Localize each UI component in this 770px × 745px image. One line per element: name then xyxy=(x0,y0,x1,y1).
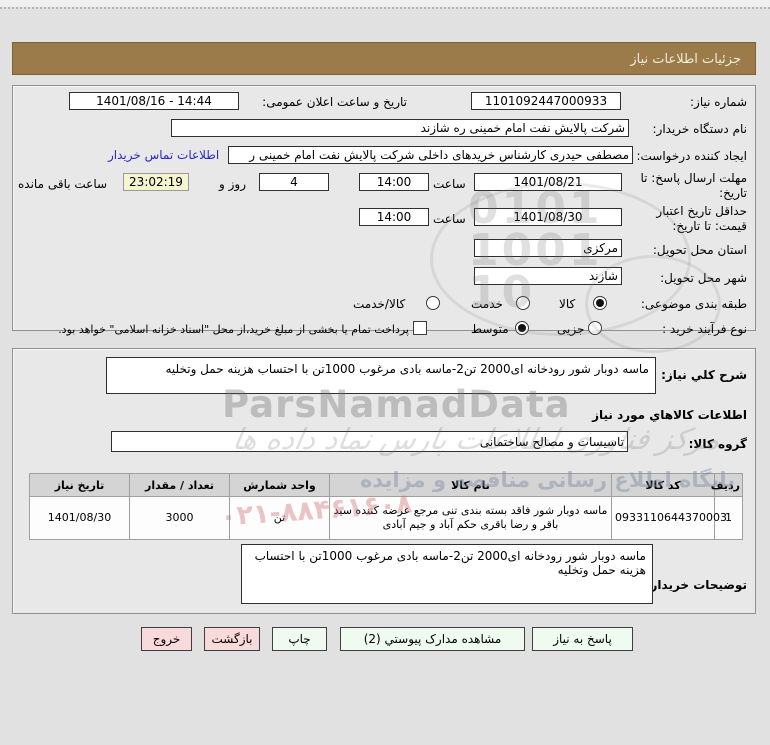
buyer-org-field[interactable]: شرکت پالایش نفت امام خمینی ره شازند xyxy=(171,119,629,137)
price-validity-label: حداقل تاریخ اعتبار قیمت: تا تاریخ: xyxy=(656,204,747,233)
hours-remaining-label: ساعت باقی مانده xyxy=(18,177,108,191)
classification-option-goods-service: کالا/خدمت xyxy=(353,297,406,311)
treasury-payment-note: پرداخت تمام یا بخشی از مبلغ خرید،از محل … xyxy=(58,323,409,336)
required-goods-section-title: اطلاعات کالاهاي مورد نیاز xyxy=(592,408,747,422)
top-dotted-divider xyxy=(0,7,770,9)
need-number-field[interactable]: 1101092447000933 xyxy=(471,92,621,110)
need-info-panel: شماره نیاز: 1101092447000933 تاریخ و ساع… xyxy=(12,85,756,336)
buyer-notes-label: توضیحات خریدار: xyxy=(645,578,747,592)
remaining-time-countdown: 23:02:19 xyxy=(123,173,189,191)
buyer-notes-field[interactable]: ماسه دوبار شور رودخانه ای2000 تن2-ماسه ب… xyxy=(241,544,653,604)
col-need-date: تاریخ نیاز xyxy=(29,473,130,497)
respond-to-need-button[interactable]: پاسخ به نیاز xyxy=(532,627,633,651)
days-and-label: روز و xyxy=(219,177,246,191)
cell-goods-code: 0933110644370003 xyxy=(611,496,727,540)
process-option-medium: متوسط xyxy=(471,322,509,336)
need-details-page: جزئیات اطلاعات نیاز شماره نیاز: 11010924… xyxy=(0,0,770,745)
classification-radio-goods[interactable] xyxy=(593,296,607,310)
cell-need-date: 1401/08/30 xyxy=(29,496,130,540)
request-creator-label: ایجاد کننده درخواست: xyxy=(636,149,747,163)
buyer-org-label: نام دستگاه خریدار: xyxy=(652,122,748,136)
top-strip xyxy=(0,0,770,7)
response-deadline-label: مهلت ارسال پاسخ: تا تاریخ: xyxy=(640,171,747,200)
announce-datetime-field[interactable]: 1401/08/16 - 14:44 xyxy=(69,92,239,110)
process-radio-medium[interactable] xyxy=(515,321,529,335)
exit-button[interactable]: خروج xyxy=(141,627,192,651)
process-radio-minor[interactable] xyxy=(588,321,602,335)
col-row-number: ردیف xyxy=(711,473,743,497)
need-number-label: شماره نیاز: xyxy=(690,95,747,109)
validity-hour-label: ساعت xyxy=(433,212,466,226)
subject-classification-label: طبقه بندی موضوعی: xyxy=(640,297,747,311)
goods-info-panel: شرح کلي نیاز: ماسه دوبار شور رودخانه ای2… xyxy=(12,348,756,614)
page-title: جزئیات اطلاعات نیاز xyxy=(630,52,741,67)
goods-table-row: 1 0933110644370003 ماسه دوبار شور فاقد ب… xyxy=(29,496,743,540)
cell-goods-name: ماسه دوبار شور فاقد بسته بندی تنی مرجع ع… xyxy=(329,496,612,540)
cell-count-unit: تن xyxy=(229,496,330,540)
col-quantity: تعداد / مقدار xyxy=(129,473,230,497)
deadline-hour-label: ساعت xyxy=(433,177,466,191)
delivery-city-label: شهر محل تحویل: xyxy=(660,271,747,285)
col-count-unit: واحد شمارش xyxy=(229,473,330,497)
view-attachments-button[interactable]: مشاهده مدارک پیوستي (2) xyxy=(340,627,525,651)
classification-option-service: خدمت xyxy=(471,297,503,311)
need-description-field[interactable]: ماسه دوبار شور رودخانه ای2000 تن2-ماسه ب… xyxy=(106,357,656,394)
response-deadline-time-field[interactable]: 14:00 xyxy=(359,173,429,191)
response-deadline-date-field[interactable]: 1401/08/21 xyxy=(474,173,622,191)
classification-radio-service[interactable] xyxy=(516,296,530,310)
process-option-minor: جزیی xyxy=(557,322,585,336)
request-creator-field[interactable]: مصطفی حیدری کارشناس خریدهای داخلی شرکت پ… xyxy=(228,146,633,164)
buyer-contact-link[interactable]: اطلاعات تماس خریدار xyxy=(108,148,219,162)
col-goods-name: نام کالا xyxy=(329,473,612,497)
delivery-province-field[interactable]: مرکزی xyxy=(474,239,622,257)
need-description-label: شرح کلي نیاز: xyxy=(661,368,747,382)
goods-group-field[interactable]: تاسیسات و مصالح ساختمانی xyxy=(111,431,628,452)
goods-table: ردیف کد کالا نام کالا واحد شمارش تعداد /… xyxy=(29,473,743,540)
purchase-process-label: نوع فرآیند خرید : xyxy=(662,322,747,336)
classification-option-goods: کالا xyxy=(559,297,576,311)
remaining-days-field[interactable]: 4 xyxy=(259,173,329,191)
delivery-city-field[interactable]: شازند xyxy=(474,267,622,285)
announce-datetime-label: تاریخ و ساعت اعلان عمومی: xyxy=(262,95,407,109)
goods-group-label: گروه کالا: xyxy=(688,437,747,451)
price-validity-time-field[interactable]: 14:00 xyxy=(359,208,429,226)
cell-quantity: 3000 xyxy=(129,496,230,540)
goods-table-header-row: ردیف کد کالا نام کالا واحد شمارش تعداد /… xyxy=(29,473,743,497)
treasury-payment-checkbox[interactable] xyxy=(413,321,427,335)
print-button[interactable]: چاپ xyxy=(272,627,327,651)
price-validity-date-field[interactable]: 1401/08/30 xyxy=(474,208,622,226)
classification-radio-goods-service[interactable] xyxy=(426,296,440,310)
page-title-bar: جزئیات اطلاعات نیاز xyxy=(12,42,756,75)
back-button[interactable]: بازگشت xyxy=(204,627,260,651)
col-goods-code: کد کالا xyxy=(611,473,715,497)
delivery-province-label: استان محل تحویل: xyxy=(652,243,747,257)
